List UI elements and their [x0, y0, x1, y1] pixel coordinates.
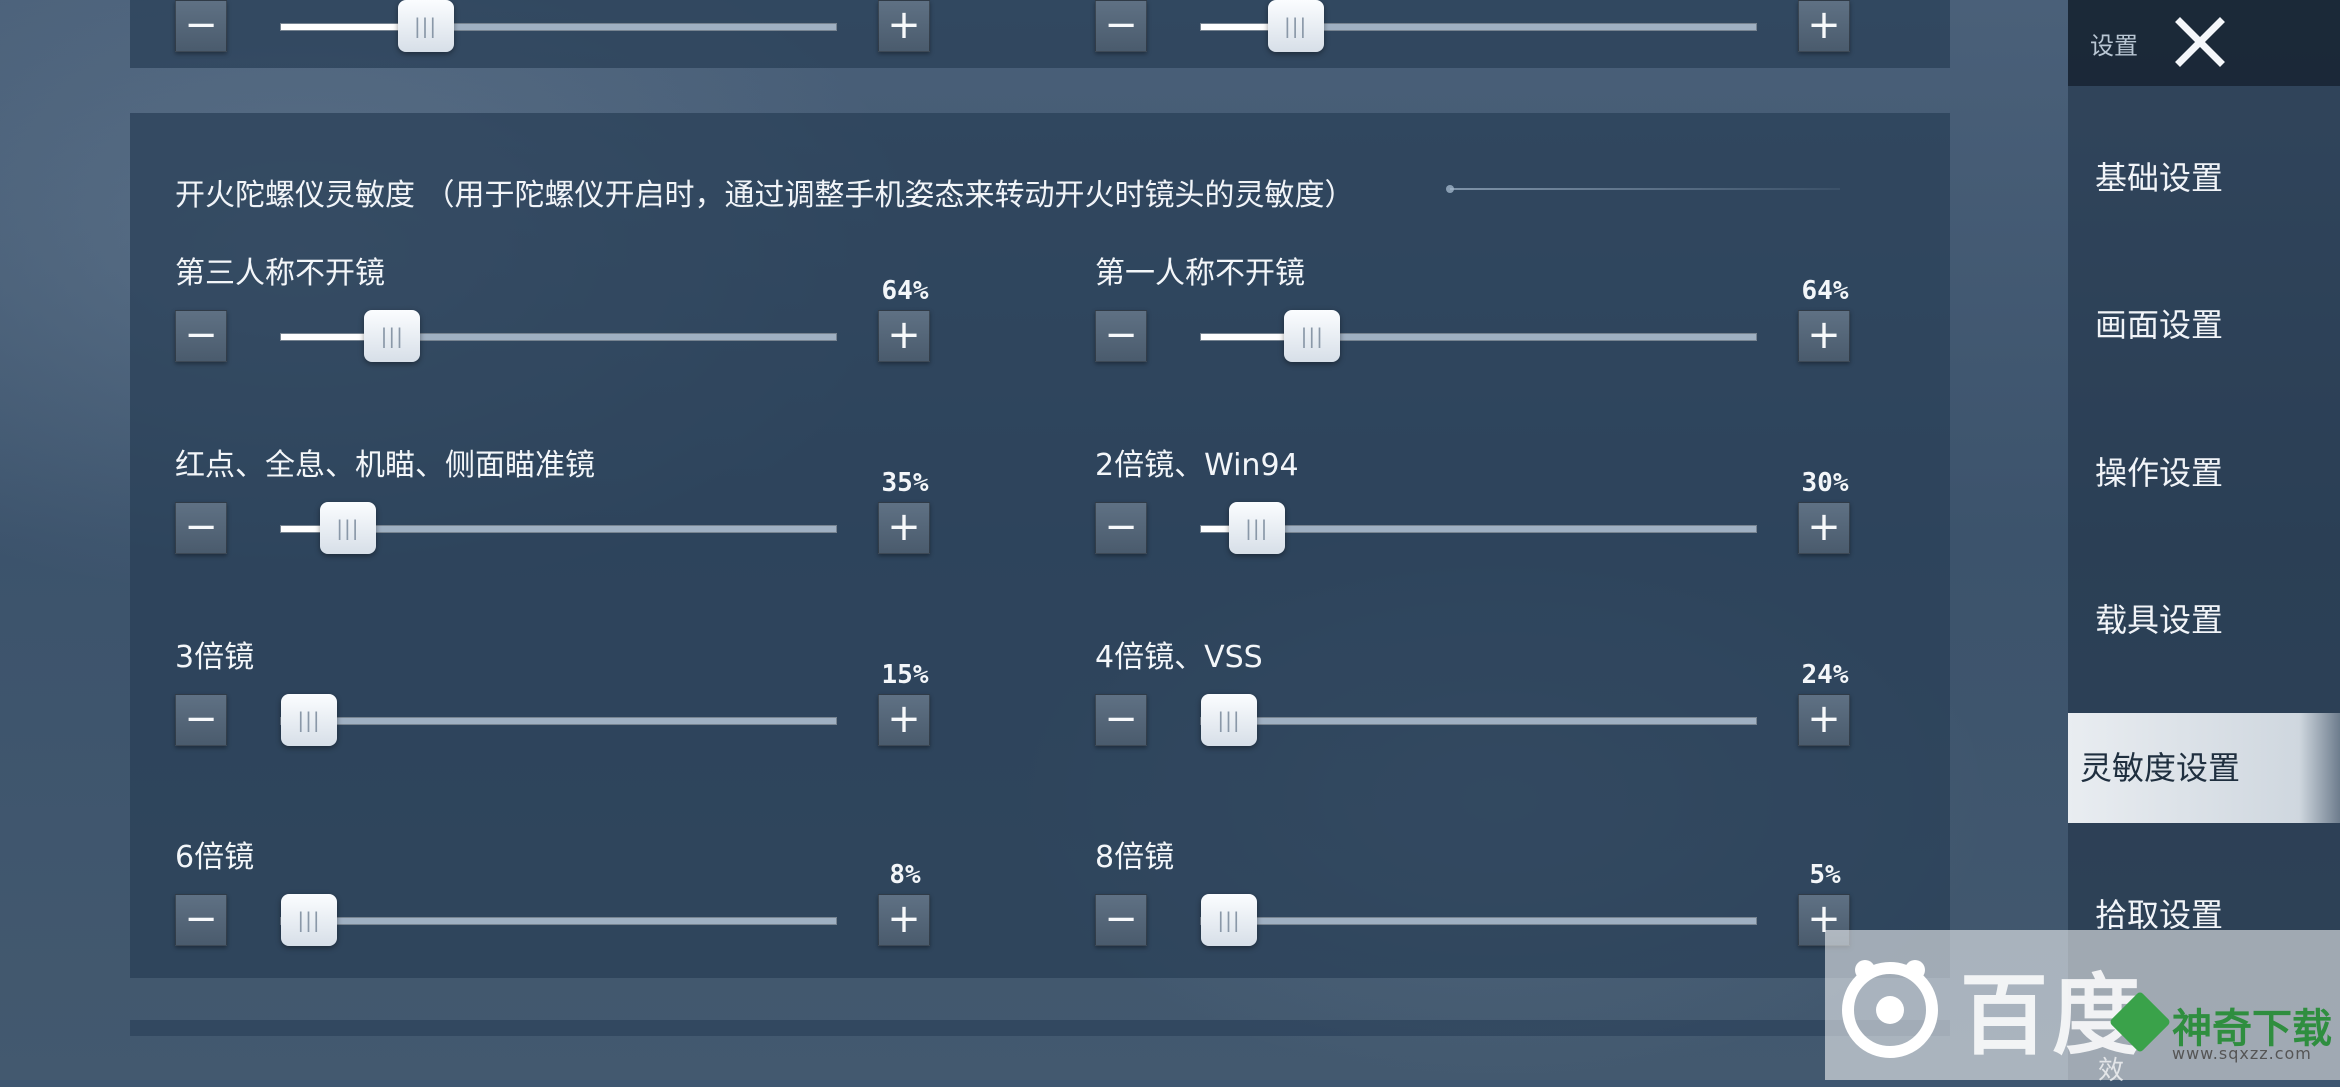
slider-thumb[interactable]: ||| — [281, 894, 337, 946]
sensitivity-setting: 6倍镜 8% − ||| + — [175, 832, 935, 982]
slider-track[interactable]: ||| — [1200, 894, 1757, 946]
decrease-button[interactable]: − — [175, 894, 227, 946]
setting-value: 15% — [881, 660, 929, 690]
settings-sidebar: 设置 基础设置 画面设置 操作设置 载具设置 灵敏度设置 拾取设置 — [2068, 0, 2340, 1080]
slider-track[interactable]: ||| — [1200, 502, 1757, 554]
sidebar-item[interactable]: 画面设置 — [2068, 270, 2340, 380]
increase-button[interactable]: + — [1798, 0, 1850, 52]
slider-track[interactable]: ||| — [280, 310, 837, 362]
setting-value: 30% — [1801, 468, 1849, 498]
slider-thumb[interactable]: ||| — [281, 694, 337, 746]
increase-button[interactable]: + — [878, 310, 930, 362]
increase-button[interactable]: + — [878, 0, 930, 52]
sensitivity-setting: 3倍镜 15% − ||| + — [175, 632, 935, 782]
slider-thumb[interactable]: ||| — [397, 0, 454, 52]
slider-track[interactable]: ||| — [1200, 0, 1757, 52]
slider-track[interactable]: ||| — [1200, 694, 1757, 746]
increase-button[interactable]: + — [878, 894, 930, 946]
sensitivity-setting: 第一人称不开镜 64% − ||| + — [1095, 248, 1855, 398]
setting-label: 3倍镜 — [175, 640, 255, 675]
decrease-button[interactable]: − — [175, 502, 227, 554]
setting-label: 红点、全息、机瞄、侧面瞄准镜 — [175, 448, 595, 483]
slider-thumb[interactable]: ||| — [319, 502, 376, 554]
sidebar-item[interactable]: 操作设置 — [2068, 418, 2340, 528]
slider-track[interactable]: ||| — [1200, 310, 1757, 362]
decrease-button[interactable]: − — [1095, 694, 1147, 746]
decrease-button[interactable]: − — [1095, 0, 1147, 52]
decrease-button[interactable]: − — [175, 0, 227, 52]
top-setting-left: − ||| + — [175, 0, 935, 88]
watermark-url: www.sqxzz.com — [2172, 1044, 2312, 1063]
sensitivity-setting: 第三人称不开镜 64% − ||| + — [175, 248, 935, 398]
setting-value: 64% — [1801, 276, 1849, 306]
slider-thumb[interactable]: ||| — [1267, 0, 1324, 52]
sidebar-title: 设置 — [2090, 32, 2138, 60]
setting-label: 第一人称不开镜 — [1095, 256, 1305, 291]
decrease-button[interactable]: − — [1095, 502, 1147, 554]
setting-value: 35% — [881, 468, 929, 498]
decrease-button[interactable]: − — [175, 310, 227, 362]
watermark-corner-text: 效 — [2098, 1056, 2125, 1086]
increase-button[interactable]: + — [878, 502, 930, 554]
sidebar-item[interactable]: 基础设置 — [2068, 123, 2340, 233]
setting-value: 64% — [881, 276, 929, 306]
close-icon[interactable] — [2170, 14, 2230, 70]
sidebar-header: 设置 — [2068, 0, 2340, 86]
setting-label: 6倍镜 — [175, 840, 255, 875]
slider-track[interactable]: ||| — [280, 694, 837, 746]
setting-label: 2倍镜、Win94 — [1095, 448, 1299, 483]
setting-label: 8倍镜 — [1095, 840, 1175, 875]
section-divider — [1450, 188, 1840, 190]
slider-track[interactable]: ||| — [280, 894, 837, 946]
setting-label: 第三人称不开镜 — [175, 256, 385, 291]
top-settings-panel: − ||| + − ||| + — [130, 0, 1950, 68]
increase-button[interactable]: + — [1798, 694, 1850, 746]
decrease-button[interactable]: − — [1095, 310, 1147, 362]
sensitivity-setting: 2倍镜、Win94 30% − ||| + — [1095, 440, 1855, 590]
slider-thumb[interactable]: ||| — [1228, 502, 1285, 554]
watermark-logo-icon — [1842, 960, 1938, 1058]
slider-track[interactable]: ||| — [280, 0, 837, 52]
section-title: 开火陀螺仪灵敏度 （用于陀螺仪开启时，通过调整手机姿态来转动开火时镜头的灵敏度） — [175, 178, 1355, 213]
increase-button[interactable]: + — [1798, 502, 1850, 554]
slider-thumb[interactable]: ||| — [1201, 894, 1257, 946]
decrease-button[interactable]: − — [1095, 894, 1147, 946]
increase-button[interactable]: + — [1798, 310, 1850, 362]
sensitivity-setting: 8倍镜 5% − ||| + — [1095, 832, 1855, 982]
top-setting-right: − ||| + — [1095, 0, 1855, 88]
sidebar-item[interactable]: 灵敏度设置 — [2068, 713, 2340, 823]
sensitivity-setting: 红点、全息、机瞄、侧面瞄准镜 35% − ||| + — [175, 440, 935, 590]
setting-value: 5% — [1809, 860, 1841, 890]
increase-button[interactable]: + — [878, 694, 930, 746]
slider-thumb[interactable]: ||| — [1201, 694, 1257, 746]
slider-track[interactable]: ||| — [280, 502, 837, 554]
setting-value: 24% — [1801, 660, 1849, 690]
slider-thumb[interactable]: ||| — [364, 310, 421, 362]
setting-value: 8% — [889, 860, 921, 890]
slider-thumb[interactable]: ||| — [1284, 310, 1341, 362]
next-panel-edge — [130, 1020, 1950, 1036]
sensitivity-setting: 4倍镜、VSS 24% − ||| + — [1095, 632, 1855, 782]
sidebar-item[interactable]: 载具设置 — [2068, 565, 2340, 675]
setting-label: 4倍镜、VSS — [1095, 640, 1263, 675]
decrease-button[interactable]: − — [175, 694, 227, 746]
